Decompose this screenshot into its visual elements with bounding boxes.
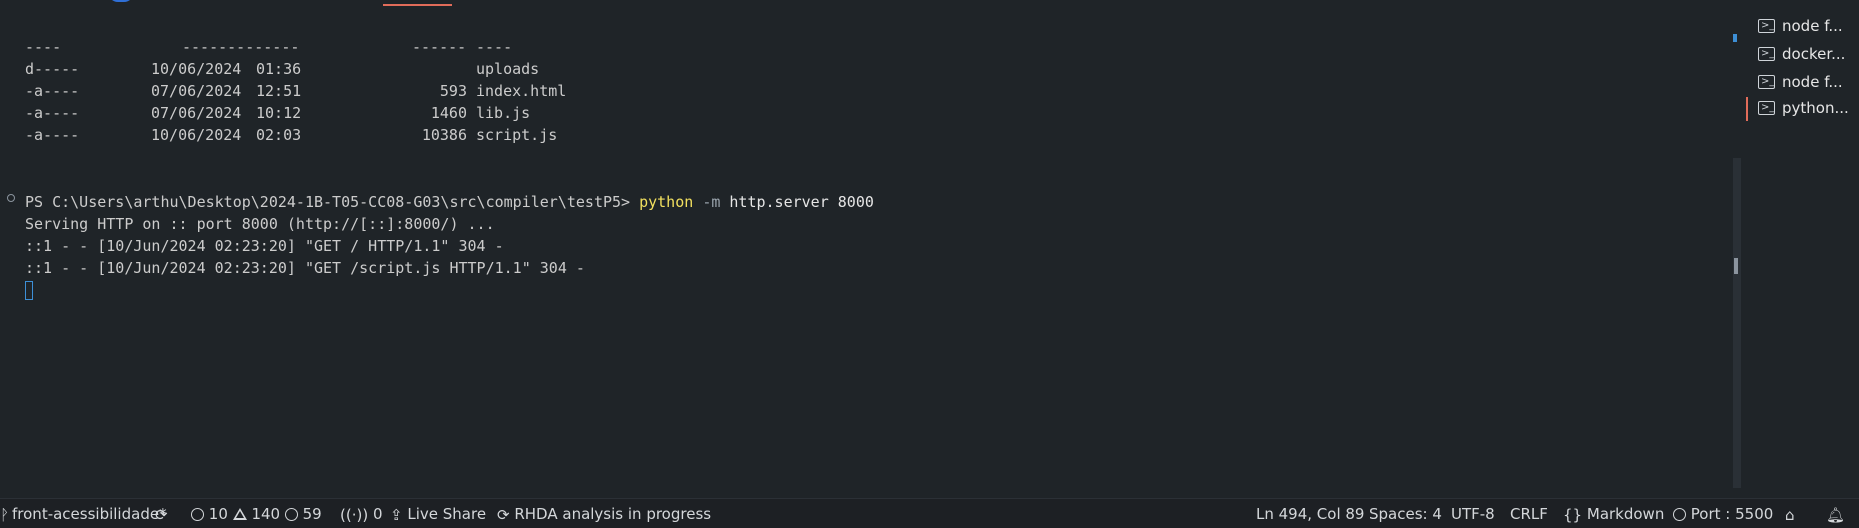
braces-icon: {} [1563, 505, 1583, 524]
dir-entry: -a---- 07/06/2024 12:51 593 index.html [25, 80, 566, 102]
entry-length: 1460 [430, 104, 467, 122]
status-bar: ᚹ front-acessibilidade* ⟳ 10 140 59 ((·))… [0, 498, 1859, 528]
entry-name: uploads [476, 60, 540, 78]
rhda-status[interactable]: ⟳ RHDA analysis in progress [497, 503, 711, 525]
terminal-tab-node-1[interactable]: >_ node f... [1743, 13, 1859, 41]
prompt-path: PS C:\Users\arthu\Desktop\2024-1B-T05-CC… [25, 193, 640, 211]
status-ports[interactable]: ((·)) 0 [340, 503, 383, 525]
prompt-line: PS C:\Users\arthu\Desktop\2024-1B-T05-CC… [25, 191, 874, 213]
terminal-tabs-list: >_ node f... >_ docker... >_ node f... >… [1743, 0, 1859, 498]
entry-mode: d----- [25, 60, 80, 78]
output-line: ::1 - - [10/Jun/2024 02:23:20] "GET /scr… [25, 259, 585, 277]
bell-icon: 🔔︎ [1826, 505, 1846, 524]
branch-name: front-acessibilidade* [12, 505, 167, 523]
language-mode[interactable]: {} Markdown [1563, 503, 1664, 525]
output-line: ::1 - - [10/Jun/2024 02:23:20] "GET / HT… [25, 237, 504, 255]
error-icon [191, 508, 204, 521]
indentation[interactable]: Spaces: 4 [1369, 503, 1442, 525]
entry-name: lib.js [476, 104, 531, 122]
top-edge [0, 0, 1859, 8]
git-branch-icon: ᚹ [0, 505, 10, 524]
entry-name: script.js [476, 126, 558, 144]
entry-time: 01:36 [256, 60, 302, 78]
encoding[interactable]: UTF-8 [1451, 503, 1495, 525]
sync-button[interactable]: ⟳ [155, 503, 168, 525]
dir-entry: -a---- 07/06/2024 10:12 1460 lib.js [25, 102, 530, 124]
entry-length: 593 [439, 82, 467, 100]
rhda-label: RHDA analysis in progress [514, 505, 712, 523]
cursor-position[interactable]: Ln 494, Col 89 [1256, 503, 1364, 525]
active-tab-indicator [383, 4, 452, 6]
live-share-label: Live Share [407, 505, 487, 523]
terminal-tab-docker[interactable]: >_ docker... [1743, 41, 1859, 69]
dir-header: ---- ------------- ------ ---- [25, 36, 512, 58]
copilot-icon: ⌂ [1785, 505, 1795, 524]
live-server-port[interactable]: Port : 5500 [1673, 503, 1773, 525]
warning-count: 140 [251, 505, 281, 523]
entry-length: 10386 [421, 126, 467, 144]
live-share-icon: ⇪ [390, 505, 403, 524]
terminal-tab-python[interactable]: >_ python... [1743, 95, 1859, 123]
output-line: Serving HTTP on :: port 8000 (http://[::… [25, 215, 495, 233]
loading-icon: ⟳ [497, 505, 510, 524]
terminal-tab-label: python... [1782, 99, 1849, 117]
scrollbar-thumb[interactable] [1734, 258, 1738, 274]
block-icon [1673, 508, 1686, 521]
terminal-icon: >_ [1758, 47, 1775, 61]
terminal-tab-label: docker... [1782, 45, 1846, 63]
dir-entry: d----- 10/06/2024 01:36 uploads [25, 58, 539, 80]
sync-icon: ⟳ [155, 505, 168, 524]
header-length: ------ [412, 38, 467, 56]
top-blue-shape [108, 0, 134, 2]
ports-count: 0 [372, 505, 383, 523]
error-count: 10 [208, 505, 228, 523]
broadcast-icon: ((·)) [340, 505, 369, 524]
terminal-output[interactable]: ---- ------------- ------ ---- d----- 10… [0, 36, 1725, 498]
scrollbar-marker-blue [1733, 34, 1737, 42]
terminal-icon: >_ [1758, 101, 1775, 115]
terminal-tab-label: node f... [1782, 17, 1843, 35]
terminal-cursor [25, 281, 33, 300]
language-label: Markdown [1586, 505, 1665, 523]
info-count: 59 [302, 505, 322, 523]
header-mode: ---- [25, 38, 62, 56]
command-decoration-icon[interactable] [7, 194, 15, 202]
command-flag: -m [702, 193, 721, 211]
terminal-tab-node-2[interactable]: >_ node f... [1743, 69, 1859, 97]
warning-icon [232, 508, 247, 520]
terminal-scrollbar[interactable] [1731, 0, 1743, 498]
status-problems[interactable]: 10 140 59 [191, 503, 322, 525]
command-program: python [639, 193, 694, 211]
port-label: Port : 5500 [1690, 505, 1774, 523]
entry-name: index.html [476, 82, 567, 100]
entry-date: 10/06/2024 [151, 60, 242, 78]
live-share-button[interactable]: ⇪ Live Share [390, 503, 486, 525]
end-of-line[interactable]: CRLF [1510, 503, 1548, 525]
dir-entry: -a---- 10/06/2024 02:03 10386 script.js [25, 124, 557, 146]
terminal-tab-label: node f... [1782, 73, 1843, 91]
copilot-button[interactable]: ⌂ [1785, 503, 1795, 525]
status-branch[interactable]: ᚹ front-acessibilidade* [0, 503, 167, 525]
header-name: ---- [476, 38, 513, 56]
command-args: http.server 8000 [729, 193, 874, 211]
header-lastwritetime: ------------- [182, 38, 300, 56]
terminal-icon: >_ [1758, 19, 1775, 33]
notifications-button[interactable]: 🔔︎ [1826, 503, 1845, 525]
scrollbar-track[interactable] [1733, 158, 1741, 488]
terminal-icon: >_ [1758, 75, 1775, 89]
info-icon [284, 508, 298, 521]
